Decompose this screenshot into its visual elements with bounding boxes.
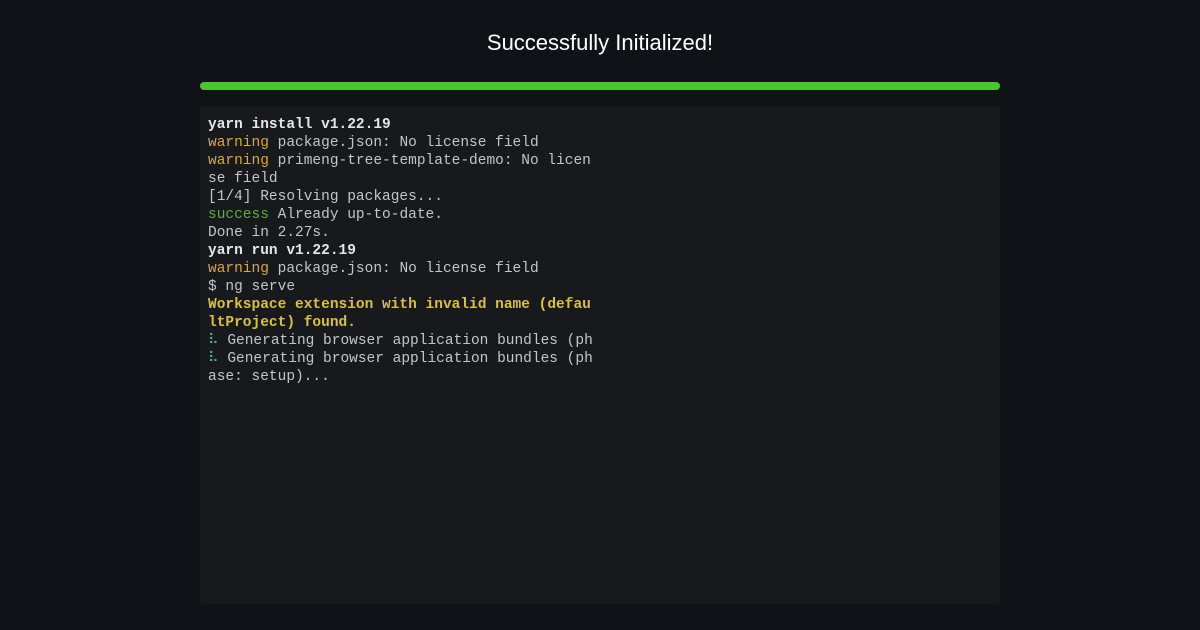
terminal-text: [1/4] Resolving packages... — [208, 189, 443, 205]
terminal-text: Generating browser application bundles (… — [219, 333, 593, 349]
terminal-text: se field — [208, 171, 278, 187]
terminal-line: se field — [208, 170, 992, 188]
terminal-text: $ ng serve — [208, 279, 295, 295]
terminal-line: yarn run v1.22.19 — [208, 242, 992, 260]
terminal-line: ltProject) found. — [208, 314, 992, 332]
terminal-line: $ ng serve — [208, 278, 992, 296]
terminal-line: ⠧ Generating browser application bundles… — [208, 332, 992, 350]
terminal-line: warning package.json: No license field — [208, 134, 992, 152]
spinner-icon: ⠧ — [208, 333, 219, 349]
success-label: success — [208, 207, 269, 223]
spinner-icon: ⠧ — [208, 351, 219, 367]
terminal-line: Done in 2.27s. — [208, 224, 992, 242]
terminal-line: Workspace extension with invalid name (d… — [208, 296, 992, 314]
terminal-text: primeng-tree-template-demo: No licen — [269, 153, 591, 169]
terminal-output[interactable]: yarn install v1.22.19 warning package.js… — [200, 106, 1000, 604]
terminal-line: ase: setup)... — [208, 368, 992, 386]
terminal-text: yarn install v1.22.19 — [208, 117, 391, 133]
warning-label: warning — [208, 135, 269, 151]
terminal-line: [1/4] Resolving packages... — [208, 188, 992, 206]
terminal-line: yarn install v1.22.19 — [208, 116, 992, 134]
terminal-line: warning primeng-tree-template-demo: No l… — [208, 152, 992, 170]
terminal-text: yarn run v1.22.19 — [208, 243, 356, 259]
progress-bar — [200, 82, 1000, 90]
terminal-text: package.json: No license field — [269, 261, 539, 277]
terminal-line: success Already up-to-date. — [208, 206, 992, 224]
terminal-text: package.json: No license field — [269, 135, 539, 151]
page-title: Successfully Initialized! — [487, 30, 713, 56]
terminal-text: Workspace extension with invalid name (d… — [208, 297, 591, 313]
terminal-text: ase: setup)... — [208, 369, 330, 385]
terminal-line: warning package.json: No license field — [208, 260, 992, 278]
warning-label: warning — [208, 153, 269, 169]
terminal-text: Generating browser application bundles (… — [219, 351, 593, 367]
warning-label: warning — [208, 261, 269, 277]
terminal-line: ⠧ Generating browser application bundles… — [208, 350, 992, 368]
terminal-text: Already up-to-date. — [269, 207, 443, 223]
terminal-text: ltProject) found. — [208, 315, 356, 331]
terminal-text: Done in 2.27s. — [208, 225, 330, 241]
